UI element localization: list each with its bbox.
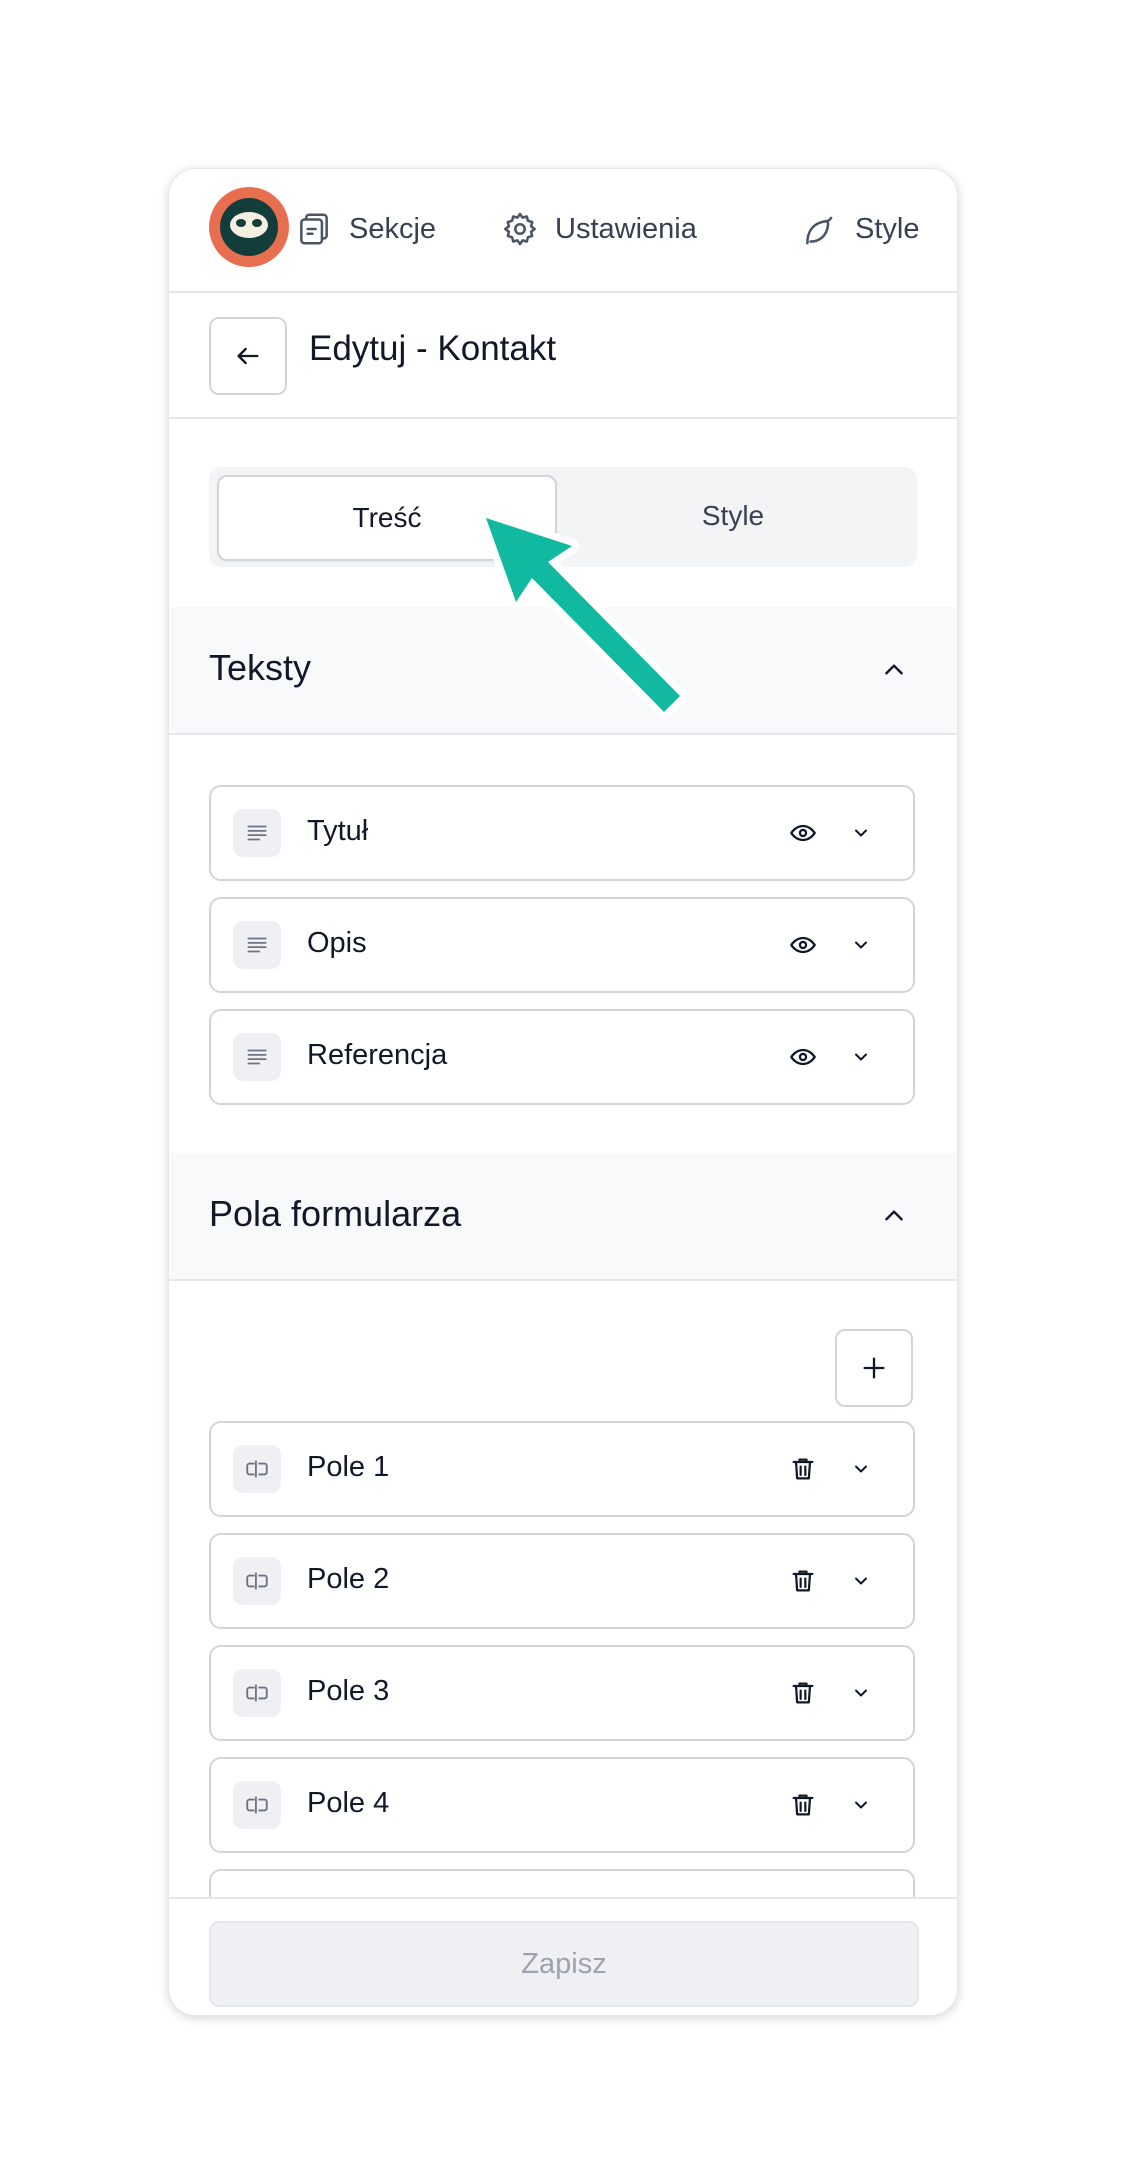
eye-icon[interactable] [789, 931, 817, 959]
list-item-label: Referencja [307, 1039, 448, 1071]
leaf-icon [806, 216, 833, 245]
list-item-tytul[interactable]: Tytuł [209, 785, 915, 881]
back-button[interactable] [209, 317, 287, 395]
text-cursor-input-icon [233, 1669, 281, 1717]
list-item-label: Pole 4 [307, 1787, 390, 1819]
logo[interactable] [209, 187, 289, 267]
nav-item-style[interactable]: Style [801, 205, 919, 253]
chevron-down-icon[interactable] [851, 1459, 871, 1479]
list-item-pole-1[interactable]: Pole 1 [209, 1421, 915, 1517]
list-item-referencja[interactable]: Referencja [209, 1009, 915, 1105]
chevron-down-icon[interactable] [851, 1795, 871, 1815]
chevron-down-icon[interactable] [851, 823, 871, 843]
pointer-arrow-icon [480, 511, 687, 719]
list-item-label: Pole 2 [307, 1563, 390, 1595]
list-item-opis[interactable]: Opis [209, 897, 915, 993]
chevron-up-icon[interactable] [881, 1203, 907, 1229]
chevron-down-icon[interactable] [851, 935, 871, 955]
chevron-down-icon[interactable] [851, 1571, 871, 1591]
nav-label-style: Style [855, 212, 920, 245]
nav-label-ustawienia: Ustawienia [555, 212, 697, 245]
top-navigation: Sekcje Ustawienia Style [169, 169, 957, 293]
trash-icon[interactable] [789, 1679, 817, 1707]
add-field-button[interactable] [835, 1329, 913, 1407]
nav-label-sekcje: Sekcje [349, 212, 437, 245]
text-align-icon [233, 1033, 281, 1081]
section-title: Teksty [209, 647, 312, 688]
trash-icon[interactable] [789, 1455, 817, 1483]
list-item-label: Opis [307, 927, 367, 959]
arrow-left-icon [237, 347, 259, 365]
nav-item-sekcje[interactable]: Sekcje [295, 205, 436, 253]
chevron-down-icon[interactable] [851, 1047, 871, 1067]
chevron-up-icon[interactable] [881, 657, 907, 683]
list-item-label: Pole 3 [307, 1675, 390, 1707]
text-align-icon [233, 809, 281, 857]
eye-icon[interactable] [789, 1043, 817, 1071]
trash-icon[interactable] [789, 1791, 817, 1819]
plus-icon [863, 1357, 885, 1379]
copy-icon [300, 213, 328, 245]
trash-icon[interactable] [789, 1567, 817, 1595]
text-align-icon [233, 921, 281, 969]
gear-icon [504, 212, 536, 246]
text-cursor-input-icon [233, 1781, 281, 1829]
save-button[interactable]: Zapisz [209, 1921, 919, 2007]
footer-bar: Zapisz [169, 1897, 957, 2015]
page-title: Edytuj - Kontakt [309, 329, 557, 368]
list-item-pole-4[interactable]: Pole 4 [209, 1757, 915, 1853]
section-title: Pola formularza [209, 1193, 462, 1234]
text-cursor-input-icon [233, 1445, 281, 1493]
list-item-pole-2[interactable]: Pole 2 [209, 1533, 915, 1629]
eye-icon[interactable] [789, 819, 817, 847]
nav-item-ustawienia[interactable]: Ustawienia [501, 205, 697, 253]
list-item-pole-3[interactable]: Pole 3 [209, 1645, 915, 1741]
text-cursor-input-icon [233, 1557, 281, 1605]
section-header-pola-formularza[interactable]: Pola formularza [169, 1153, 957, 1281]
page-header: Edytuj - Kontakt [169, 293, 957, 419]
editor-panel: Sekcje Ustawienia Style Edytuj - Kontakt [168, 168, 958, 2016]
chevron-down-icon[interactable] [851, 1683, 871, 1703]
list-item-label: Tytuł [307, 815, 369, 847]
list-item-label: Pole 1 [307, 1451, 390, 1483]
